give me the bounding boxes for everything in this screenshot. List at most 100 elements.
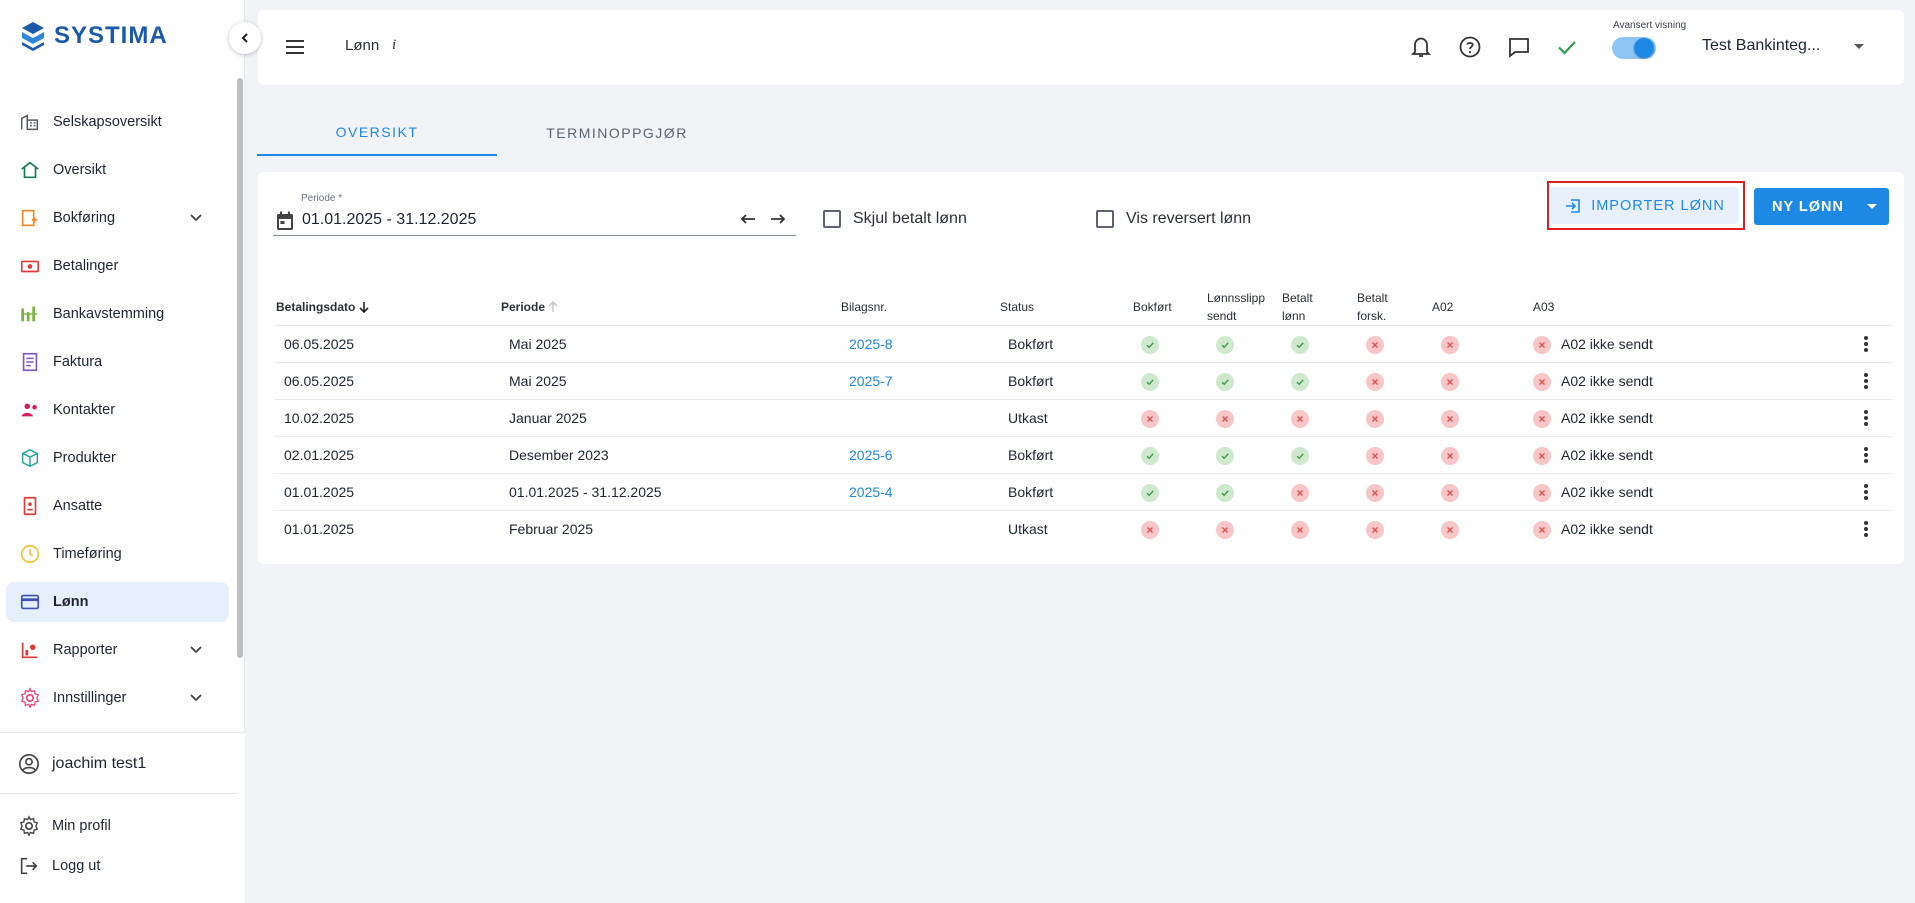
sidebar-item-innstillinger[interactable]: Innstillinger — [6, 678, 229, 718]
voucher-link[interactable]: 2025-7 — [849, 373, 893, 389]
sidebar-item-label: Faktura — [53, 354, 103, 370]
import-payroll-label: IMPORTER LØNN — [1591, 197, 1725, 214]
sidebar-item-bankavstemming[interactable]: Bankavstemming — [6, 294, 229, 334]
sidebar-item-ansatte[interactable]: Ansatte — [6, 486, 229, 526]
bookkeeping-icon — [18, 206, 42, 230]
new-payroll-button[interactable]: NY LØNN — [1754, 188, 1889, 225]
a03-status-text: A02 ikke sendt — [1561, 484, 1653, 500]
row-menu-icon[interactable] — [1863, 520, 1869, 543]
sidebar-item-label: Timeføring — [53, 546, 122, 562]
table-row[interactable]: 06.05.2025 Mai 2025 2025-8 Bokført A02 ikke … — [275, 325, 1892, 362]
my-profile-link[interactable]: Min profil — [18, 815, 111, 837]
collapse-sidebar-button[interactable] — [229, 22, 261, 54]
check-circle-icon — [1216, 373, 1234, 391]
show-reversed-checkbox-box[interactable] — [1096, 210, 1114, 228]
sidebar-item-bokføring[interactable]: Bokføring — [6, 198, 229, 238]
period-cell: Mai 2025 — [509, 336, 567, 352]
help-icon[interactable] — [1458, 35, 1482, 59]
logo[interactable]: SYSTIMA — [20, 20, 168, 52]
tab-overview[interactable]: OVERSIKT — [257, 110, 497, 156]
arrow-left-icon[interactable] — [740, 212, 756, 226]
table-row[interactable]: 06.05.2025 Mai 2025 2025-7 Bokført A02 ikke … — [275, 362, 1892, 399]
show-reversed-checkbox[interactable]: Vis reversert lønn — [1096, 210, 1251, 228]
new-payroll-label: NY LØNN — [1772, 199, 1844, 215]
payroll-card: Periode * 01.01.2025 - 31.12.2025 Skjul … — [258, 172, 1904, 564]
cross-circle-icon — [1441, 336, 1459, 354]
tab-term-settlement[interactable]: TERMINOPPGJØR — [497, 110, 737, 156]
sidebar-item-betalinger[interactable]: Betalinger — [6, 246, 229, 286]
invoice-icon — [18, 350, 42, 374]
sort-neutral-icon — [548, 300, 558, 312]
table-row[interactable]: 10.02.2025 Januar 2025 Utkast A02 ikke send… — [275, 399, 1892, 436]
check-circle-icon — [1291, 373, 1309, 391]
sidebar-item-selskapsoversikt[interactable]: Selskapsoversikt — [6, 102, 229, 142]
voucher-link[interactable]: 2025-6 — [849, 447, 893, 463]
contacts-icon — [18, 398, 42, 422]
cross-circle-icon — [1533, 410, 1551, 428]
header-payslip: Lønnsslipp sendt — [1207, 289, 1265, 325]
new-payroll-dropdown-icon[interactable] — [1867, 204, 1877, 209]
header-payslip-line2: sendt — [1207, 309, 1237, 323]
period-label: Periode * — [301, 193, 343, 204]
header-paydate[interactable]: Betalingsdato — [276, 298, 369, 316]
cross-circle-icon — [1366, 410, 1384, 428]
advanced-view-toggle[interactable] — [1612, 37, 1656, 59]
user-avatar-icon — [19, 754, 39, 774]
table-row[interactable]: 02.01.2025 Desember 2023 2025-6 Bokført A02 … — [275, 436, 1892, 473]
cross-circle-icon — [1533, 336, 1551, 354]
row-menu-icon[interactable] — [1863, 372, 1869, 395]
user-row[interactable]: joachim test1 — [18, 753, 146, 775]
row-menu-icon[interactable] — [1863, 446, 1869, 469]
cross-circle-icon — [1366, 336, 1384, 354]
status-cell: Bokført — [1008, 336, 1054, 352]
voucher-link[interactable]: 2025-8 — [849, 336, 893, 352]
check-circle-icon — [1216, 336, 1234, 354]
sidebar-item-produkter[interactable]: Produkter — [6, 438, 229, 478]
checkmark-status-icon[interactable] — [1555, 35, 1579, 59]
hide-paid-checkbox[interactable]: Skjul betalt lønn — [823, 210, 967, 228]
sidebar-item-faktura[interactable]: Faktura — [6, 342, 229, 382]
sidebar-item-timeføring[interactable]: Timeføring — [6, 534, 229, 574]
row-menu-icon[interactable] — [1863, 409, 1869, 432]
logout-link[interactable]: Logg ut — [18, 855, 100, 877]
sidebar-item-oversikt[interactable]: Oversikt — [6, 150, 229, 190]
chevron-down-icon[interactable] — [189, 642, 203, 660]
paydate-cell: 01.01.2025 — [284, 521, 355, 537]
table-row[interactable]: 01.01.2025 Februar 2025 Utkast A02 ikke sen… — [275, 510, 1892, 547]
header-tax-line1: Betalt — [1357, 291, 1388, 305]
page-title: Lønn — [345, 37, 380, 54]
paydate-cell: 02.01.2025 — [284, 447, 355, 463]
voucher-link[interactable]: 2025-4 — [849, 484, 893, 500]
company-selector[interactable]: Test Bankinteg... — [1702, 37, 1820, 55]
period-cell: Januar 2025 — [509, 410, 587, 426]
chevron-down-icon[interactable] — [189, 210, 203, 228]
chevron-down-icon[interactable] — [189, 690, 203, 708]
header-period[interactable]: Periode — [501, 298, 558, 316]
row-menu-icon[interactable] — [1863, 483, 1869, 506]
status-cell: Bokført — [1008, 447, 1054, 463]
paydate-cell: 06.05.2025 — [284, 373, 355, 389]
top-bar: Lønn i Avansert visning Test Bankinteg..… — [258, 10, 1904, 85]
period-cell: Mai 2025 — [509, 373, 567, 389]
table-row[interactable]: 01.01.2025 01.01.2025 - 31.12.2025 2025-4 B… — [275, 473, 1892, 510]
hamburger-menu-icon[interactable] — [284, 36, 306, 58]
sidebar-item-lønn[interactable]: Lønn — [6, 582, 229, 622]
info-icon[interactable]: i — [392, 37, 396, 54]
payroll-icon — [18, 590, 42, 614]
sidebar-item-label: Kontakter — [53, 402, 116, 418]
row-menu-icon[interactable] — [1863, 335, 1869, 358]
sidebar-item-rapporter[interactable]: Rapporter — [6, 630, 229, 670]
sidebar-item-kontakter[interactable]: Kontakter — [6, 390, 229, 430]
import-payroll-button[interactable]: IMPORTER LØNN — [1551, 187, 1739, 224]
cross-circle-icon — [1291, 484, 1309, 502]
cross-circle-icon — [1141, 521, 1159, 539]
sidebar-item-label: Rapporter — [53, 642, 118, 658]
cross-circle-icon — [1366, 484, 1384, 502]
company-dropdown-icon[interactable] — [1854, 44, 1864, 49]
calendar-icon[interactable] — [275, 210, 295, 232]
chat-icon[interactable] — [1507, 35, 1531, 59]
arrow-right-icon[interactable] — [770, 212, 786, 226]
hide-paid-checkbox-box[interactable] — [823, 210, 841, 228]
a03-status-text: A02 ikke sendt — [1561, 410, 1653, 426]
bell-icon[interactable] — [1410, 35, 1432, 59]
